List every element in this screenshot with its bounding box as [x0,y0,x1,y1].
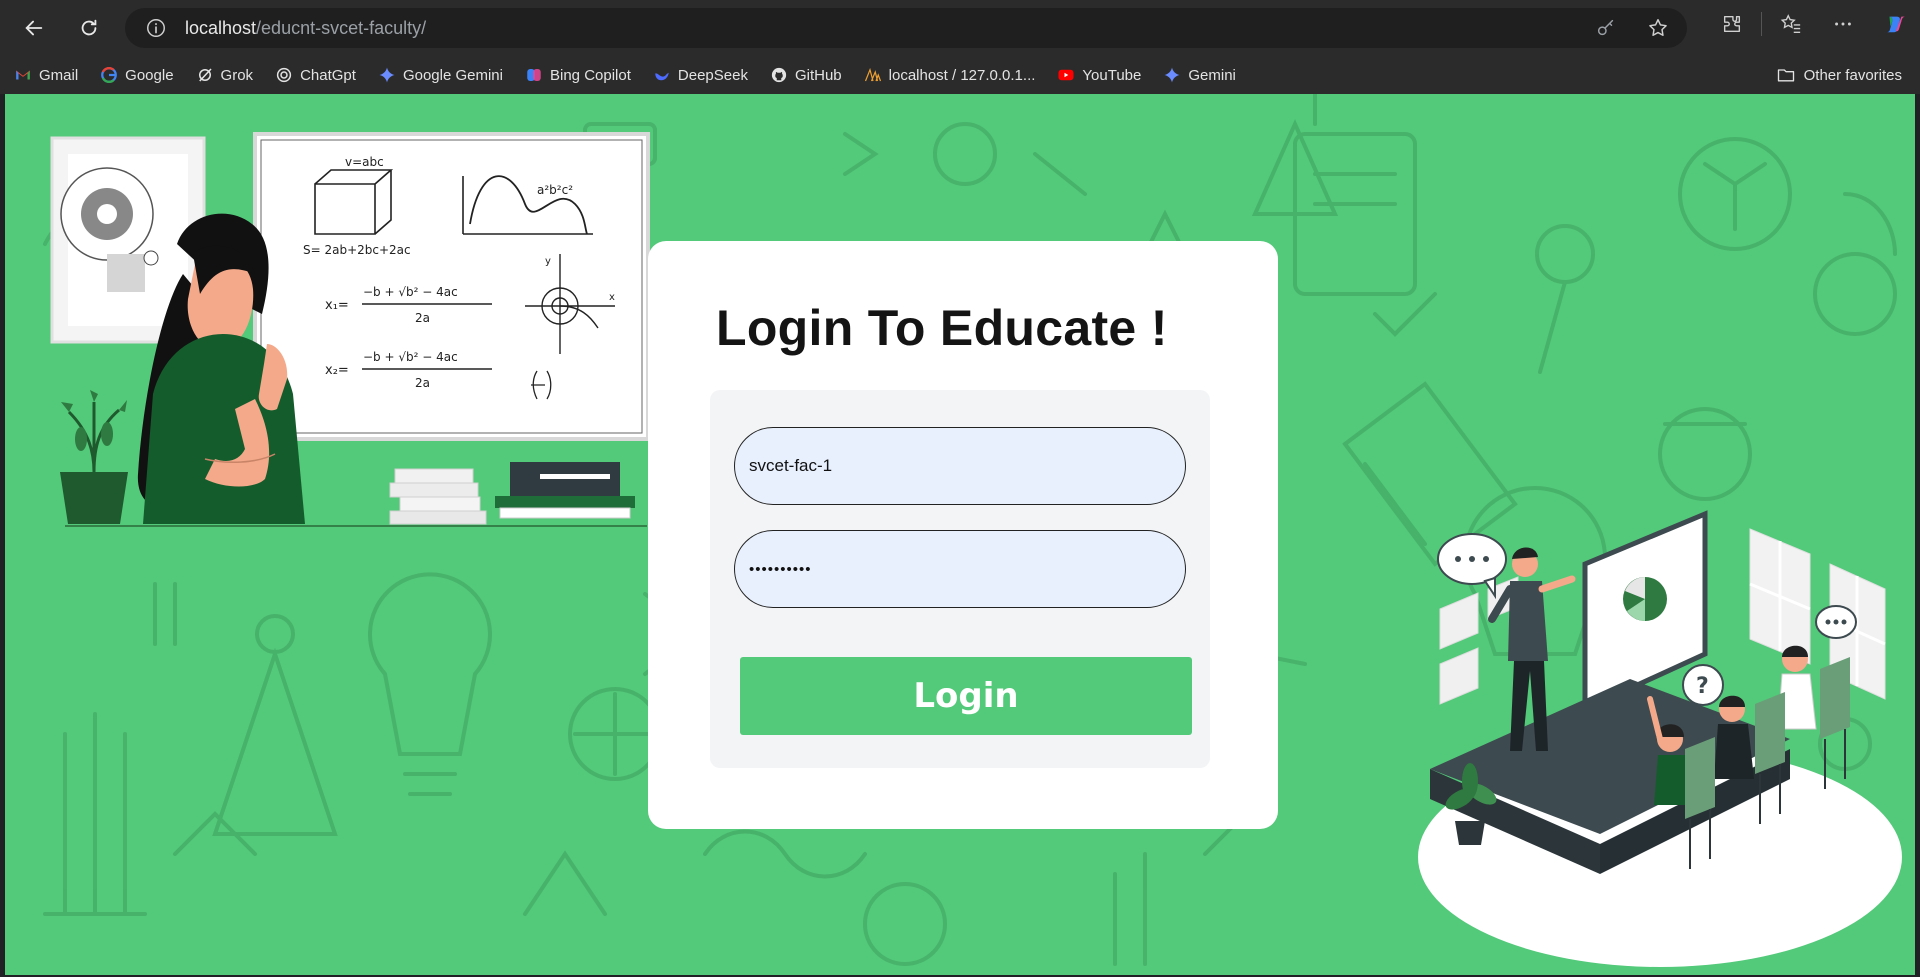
reload-icon [81,19,97,36]
bookmark-label: localhost / 127.0.0.1... [888,66,1036,84]
login-title: Login To Educate ! [716,300,1168,356]
chatgpt-icon [275,66,293,84]
bookmark-github[interactable]: GitHub [770,66,842,84]
bookmark-bing-copilot[interactable]: Bing Copilot [525,66,631,84]
grok-icon [196,66,214,84]
gemini-icon [1163,66,1181,84]
activate-windows-watermark: Activate Windows Go to Settings to activ… [1555,878,1808,930]
favorite-star-icon[interactable] [1647,17,1669,39]
address-bar[interactable]: localhost/educnt-svcet-faculty/ [125,8,1687,48]
google-icon [100,66,118,84]
extensions-icon[interactable] [1721,13,1743,35]
whiteboard-y-axis-label: y [545,256,551,267]
bookmark-label: Google Gemini [402,66,503,84]
bookmark-label: Gemini [1188,66,1236,84]
bookmark-gemini[interactable]: Gemini [1163,66,1236,84]
whiteboard-volume-formula: v=abc [345,155,384,169]
github-icon [770,66,788,84]
watermark-line-2: Go to Settings to activate Windows. [1555,912,1808,929]
url-text[interactable]: localhost/educnt-svcet-faculty/ [185,18,426,39]
back-arrow-icon [25,20,43,36]
url-path: /educnt-svcet-faculty/ [256,17,427,38]
folder-icon [1777,69,1794,82]
bookmark-label: Gmail [39,66,79,84]
page-viewport: v=abc S= 2ab+2bc+2ac a²b²c² x₁= −b + √b²… [5,94,1915,975]
whiteboard-numerator-1: −b + √b² − 4ac [363,285,458,299]
bookmark-google-gemini[interactable]: Google Gemini [378,66,503,84]
other-favorites-label: Other favorites [1803,66,1902,84]
site-info-icon[interactable] [145,17,167,39]
login-card: Login To Educate ! Login [648,241,1278,829]
youtube-icon [1057,66,1075,84]
bookmark-label: Bing Copilot [550,66,631,84]
reload-button[interactable] [71,10,107,46]
deepseek-icon [653,66,671,84]
bookmark-google[interactable]: Google [100,66,174,84]
url-host: localhost [185,17,257,38]
bookmark-label: ChatGpt [300,66,356,84]
whiteboard-x-axis-label: x [609,292,615,303]
bookmark-deepseek[interactable]: DeepSeek [653,66,748,84]
whiteboard-x2-label: x₂= [325,363,349,378]
whiteboard-curve-label: a²b²c² [537,183,573,197]
toolbar-divider [1761,12,1762,36]
whiteboard-denominator-1: 2a [415,311,430,325]
login-button[interactable]: Login [740,657,1192,735]
bookmark-label: GitHub [794,66,842,84]
whiteboard-surface-formula: S= 2ab+2bc+2ac [303,243,411,257]
bookmark-localhost[interactable]: localhost / 127.0.0.1... [864,66,1036,84]
bookmark-label: Grok [220,66,254,84]
bookmark-label: Google [125,66,174,84]
bookmark-youtube[interactable]: YouTube [1057,66,1141,84]
whiteboard-numerator-2: −b + √b² − 4ac [363,350,458,364]
more-menu-icon[interactable] [1832,13,1854,35]
phpmyadmin-icon [864,66,882,84]
bookmark-grok[interactable]: Grok [196,66,254,84]
whiteboard-denominator-2: 2a [415,376,430,390]
bookmark-label: YouTube [1082,66,1142,84]
whiteboard-x1-label: x₁= [325,298,349,313]
watermark-line-1: Activate Windows [1555,878,1745,905]
key-icon[interactable] [1595,17,1617,39]
bookmark-chatgpt[interactable]: ChatGpt [275,66,356,84]
bookmarks-bar: Gmail Google Grok ChatGpt Google Gemini … [0,56,1920,94]
bookmark-gmail[interactable]: Gmail [14,66,78,84]
other-favorites[interactable]: Other favorites [1776,65,1902,85]
username-input[interactable] [734,427,1186,505]
favorites-icon[interactable] [1780,13,1802,35]
password-input[interactable] [734,530,1186,608]
gmail-icon [14,66,32,84]
bookmark-label: DeepSeek [677,66,748,84]
gemini-icon [378,66,396,84]
copilot-icon [525,66,543,84]
back-button[interactable] [16,10,52,46]
thinking-teacher-illustration: v=abc S= 2ab+2bc+2ac a²b²c² x₁= −b + √b²… [50,132,650,527]
copilot-icon[interactable] [1884,13,1906,35]
login-form: Login [710,390,1210,768]
browser-toolbar: localhost/educnt-svcet-faculty/ [0,0,1920,56]
question-mark-icon: ? [1696,674,1709,699]
